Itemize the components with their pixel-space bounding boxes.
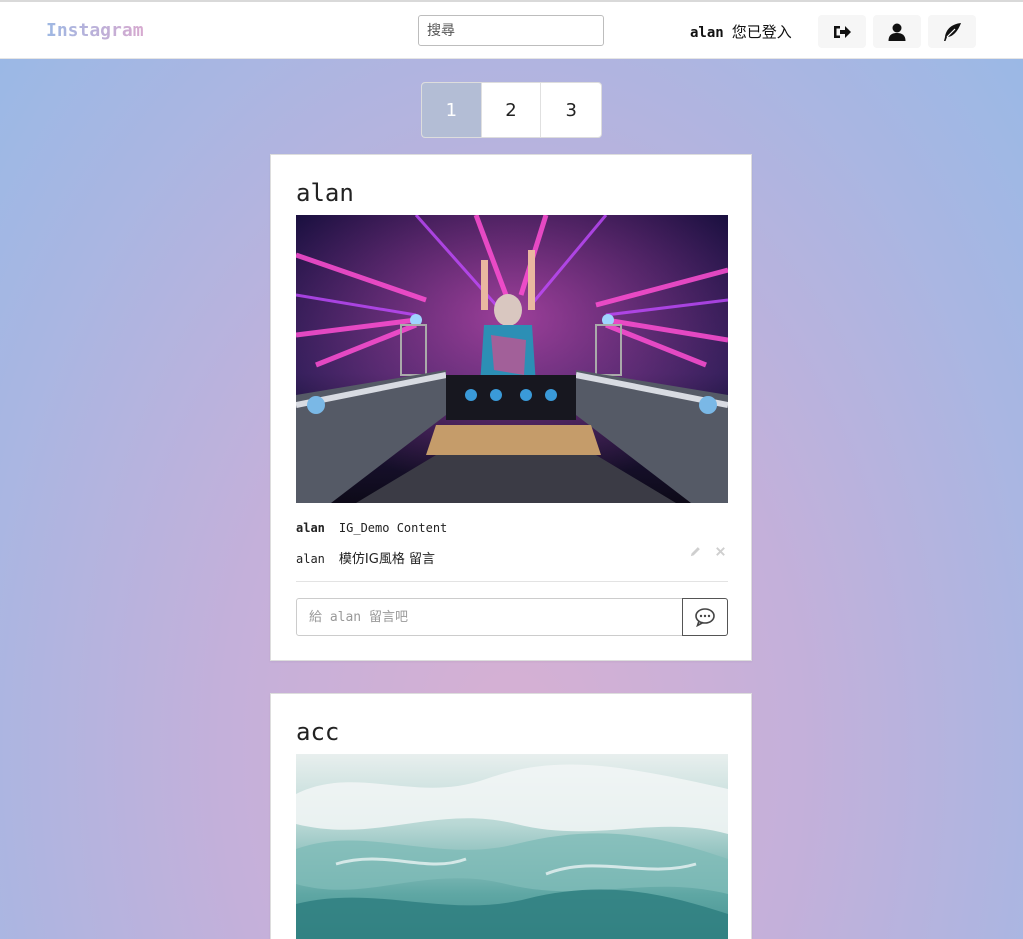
pagination: 1 2 3 [421, 82, 602, 138]
profile-button[interactable] [873, 15, 921, 48]
comment-input[interactable] [296, 598, 683, 636]
login-status-text: 您已登入 [731, 23, 792, 41]
caption-text: IG_Demo Content [338, 521, 448, 535]
user-icon [888, 23, 906, 41]
comment-actions [689, 545, 727, 558]
post-card: alan alan IG_Demo Content alan 模仿IG風格 留言… [270, 154, 752, 661]
delete-icon[interactable] [714, 545, 727, 558]
dj-concert-image [296, 215, 728, 503]
post-card: acc [270, 693, 752, 939]
post-image [296, 215, 728, 503]
pencil-icon[interactable] [689, 545, 702, 558]
top-navbar: Instagram alan 您已登入 [0, 0, 1023, 59]
new-post-button[interactable] [928, 15, 976, 48]
logout-button[interactable] [818, 15, 866, 48]
current-username: alan [690, 25, 724, 41]
post-caption: alan IG_Demo Content [296, 521, 447, 535]
comment-item: alan 模仿IG風格 留言 [296, 548, 435, 567]
page-2-link[interactable]: 2 [482, 83, 542, 137]
ocean-wave-image [296, 754, 728, 939]
brand-logo[interactable]: Instagram [46, 20, 144, 41]
comment-text: 模仿IG風格 留言 [338, 552, 435, 567]
comment-author[interactable]: alan [296, 552, 325, 566]
post-author[interactable]: acc [296, 718, 339, 746]
login-status: alan 您已登入 [690, 21, 792, 42]
search-input[interactable] [418, 15, 604, 46]
comment-icon [695, 608, 715, 627]
feather-icon [944, 22, 961, 41]
post-image [296, 754, 728, 939]
post-author[interactable]: alan [296, 179, 354, 207]
caption-author[interactable]: alan [296, 521, 325, 535]
send-comment-button[interactable] [682, 598, 728, 636]
divider [296, 581, 728, 582]
page-3-link[interactable]: 3 [541, 83, 601, 137]
page-1-link[interactable]: 1 [422, 83, 482, 137]
sign-out-icon [834, 25, 851, 38]
